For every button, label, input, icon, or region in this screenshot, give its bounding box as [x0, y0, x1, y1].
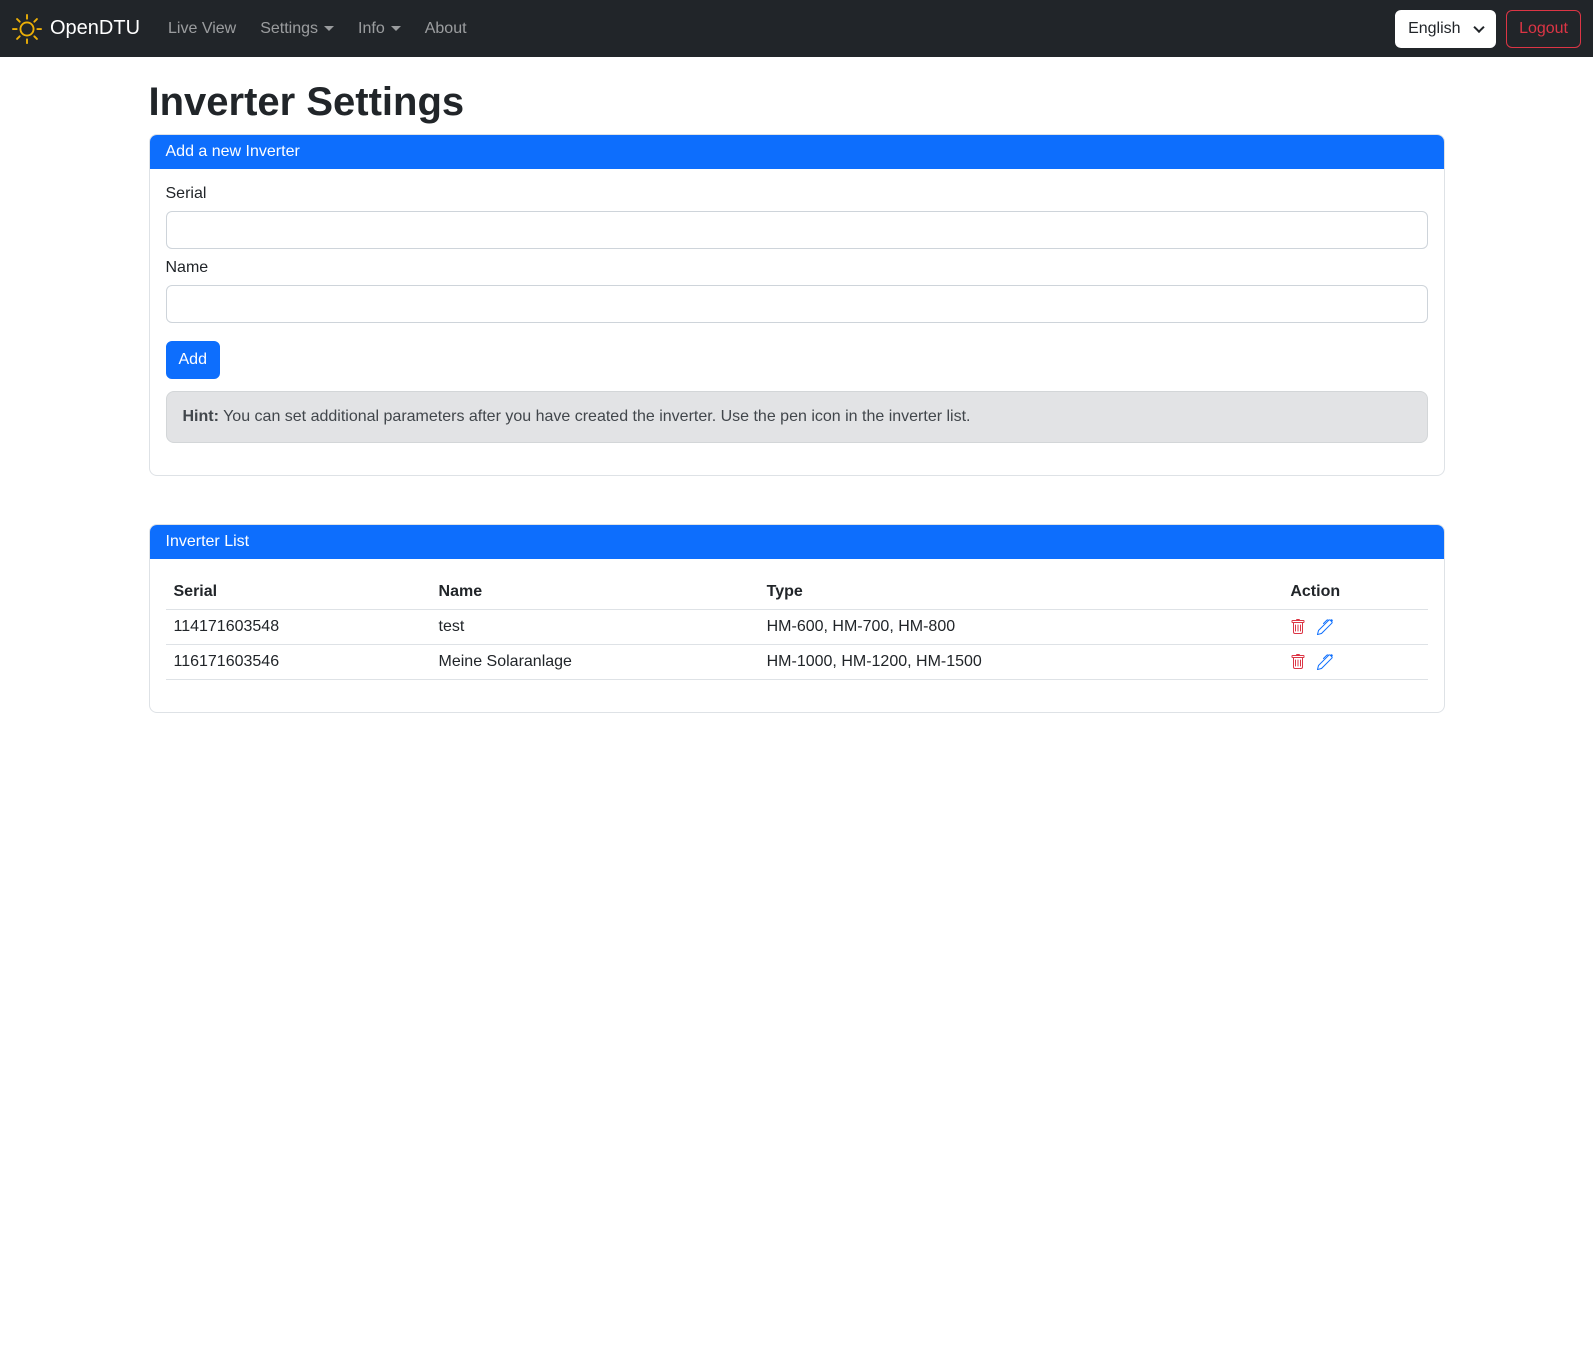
- nav-item-live-view[interactable]: Live View: [160, 12, 244, 46]
- sun-icon: [12, 14, 42, 44]
- inverter-list-card: Inverter List Serial Name Type Action 11…: [149, 524, 1445, 713]
- pencil-icon: [1317, 654, 1333, 670]
- brand-link[interactable]: OpenDTU: [12, 14, 140, 44]
- column-header-serial: Serial: [166, 575, 431, 610]
- language-select-wrap: English: [1395, 10, 1496, 48]
- edit-inverter-button[interactable]: [1317, 619, 1333, 635]
- inverter-list-card-header: Inverter List: [150, 525, 1444, 559]
- hint-alert-text: You can set additional parameters after …: [219, 408, 971, 425]
- name-label: Name: [166, 259, 1428, 277]
- inverter-list-card-body: Serial Name Type Action 114171603548 tes…: [150, 559, 1444, 712]
- delete-inverter-button[interactable]: [1290, 619, 1306, 635]
- hint-alert: Hint: You can set additional parameters …: [166, 391, 1428, 443]
- table-header-row: Serial Name Type Action: [166, 575, 1428, 610]
- column-header-name: Name: [431, 575, 759, 610]
- navbar: OpenDTU Live View Settings Info About En…: [0, 0, 1593, 57]
- column-header-action: Action: [1282, 575, 1427, 610]
- edit-inverter-button[interactable]: [1317, 654, 1333, 670]
- nav-item-about[interactable]: About: [417, 12, 475, 46]
- navbar-right: English Logout: [1395, 10, 1581, 48]
- nav-item-info[interactable]: Info: [350, 12, 409, 46]
- pencil-icon: [1317, 619, 1333, 635]
- trash-icon: [1290, 654, 1306, 670]
- cell-type: HM-600, HM-700, HM-800: [759, 610, 1283, 645]
- cell-action: [1282, 610, 1427, 645]
- navbar-left: OpenDTU Live View Settings Info About: [12, 12, 479, 46]
- caret-down-icon: [391, 26, 401, 31]
- nav-links: Live View Settings Info About: [156, 12, 479, 46]
- trash-icon: [1290, 619, 1306, 635]
- nav-item-settings[interactable]: Settings: [252, 12, 342, 46]
- table-row: 114171603548 test HM-600, HM-700, HM-800: [166, 610, 1428, 645]
- delete-inverter-button[interactable]: [1290, 654, 1306, 670]
- add-inverter-card: Add a new Inverter Serial Name Add Hint:…: [149, 134, 1445, 476]
- hint-alert-bold: Hint:: [183, 408, 219, 425]
- cell-serial: 116171603546: [166, 645, 431, 680]
- table-row: 116171603546 Meine Solaranlage HM-1000, …: [166, 645, 1428, 680]
- cell-type: HM-1000, HM-1200, HM-1500: [759, 645, 1283, 680]
- name-input[interactable]: [166, 285, 1428, 323]
- logout-button[interactable]: Logout: [1506, 10, 1581, 48]
- add-inverter-card-body: Serial Name Add Hint: You can set additi…: [150, 169, 1444, 475]
- cell-name: Meine Solaranlage: [431, 645, 759, 680]
- serial-input[interactable]: [166, 211, 1428, 249]
- nav-item-settings-label: Settings: [260, 20, 318, 38]
- add-button[interactable]: Add: [166, 341, 220, 379]
- add-inverter-card-header: Add a new Inverter: [150, 135, 1444, 169]
- main-content: Inverter Settings Add a new Inverter Ser…: [137, 57, 1457, 753]
- column-header-type: Type: [759, 575, 1283, 610]
- caret-down-icon: [324, 26, 334, 31]
- cell-name: test: [431, 610, 759, 645]
- page-title: Inverter Settings: [149, 78, 1445, 126]
- brand-label: OpenDTU: [50, 17, 140, 40]
- language-select[interactable]: English: [1395, 10, 1496, 48]
- nav-item-info-label: Info: [358, 20, 385, 38]
- cell-action: [1282, 645, 1427, 680]
- inverter-table: Serial Name Type Action 114171603548 tes…: [166, 575, 1428, 680]
- cell-serial: 114171603548: [166, 610, 431, 645]
- serial-label: Serial: [166, 185, 1428, 203]
